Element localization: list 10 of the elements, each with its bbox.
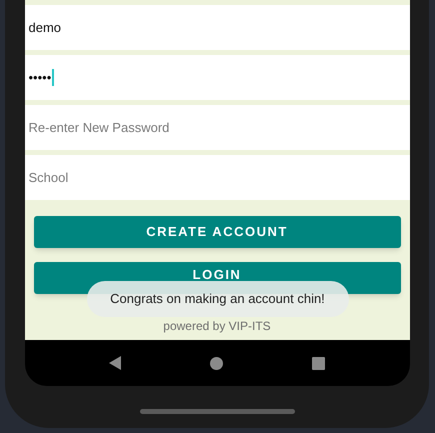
home-icon[interactable] [210,356,223,370]
create-account-button[interactable]: CREATE ACCOUNT [34,216,400,248]
recents-icon[interactable] [312,356,325,370]
input-field[interactable]: School [24,155,410,200]
toast-message: Congrats on making an account chin! [86,281,348,317]
input-field[interactable]: Re-enter New Password [24,105,410,150]
input-field[interactable]: demo [24,5,410,50]
powered-by-text: powered by VIP-ITS [163,318,271,335]
back-icon[interactable] [109,356,121,370]
input-field[interactable]: ••••• [24,55,410,100]
